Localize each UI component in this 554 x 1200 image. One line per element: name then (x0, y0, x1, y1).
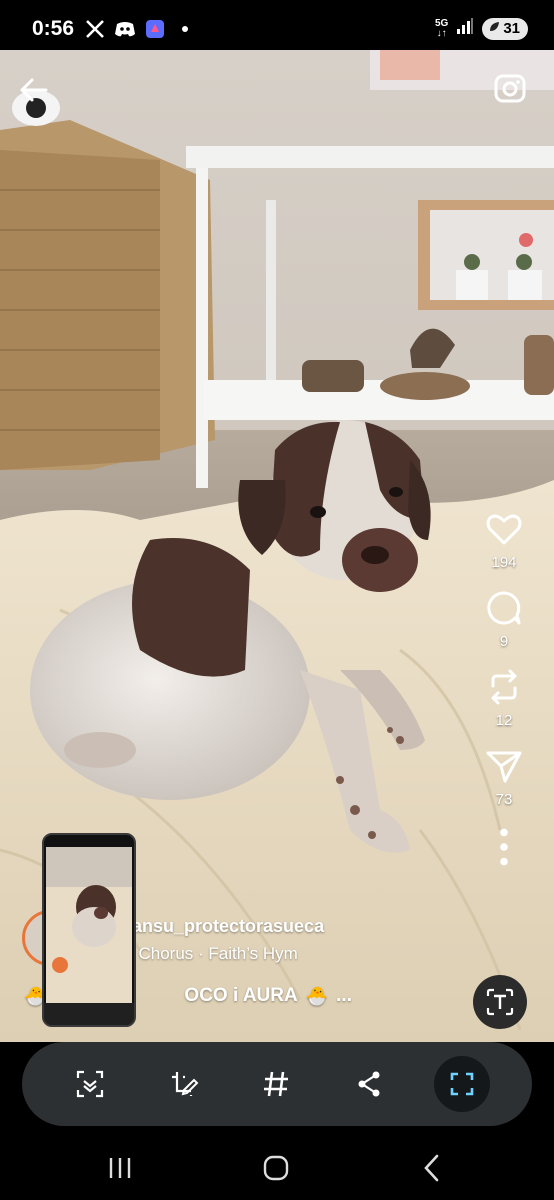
status-right: 5G ↓↑ 31 (435, 17, 528, 40)
share-count: 73 (495, 791, 513, 808)
extract-text-button[interactable] (473, 975, 527, 1029)
screenshot-thumbnail[interactable] (42, 833, 136, 1027)
recents-button[interactable] (100, 1150, 140, 1186)
heart-icon (486, 514, 522, 545)
reel-actions: 194 9 12 73 (476, 510, 532, 884)
app-icon (144, 18, 166, 40)
camera-icon (494, 74, 526, 103)
hashtag-icon (264, 1071, 288, 1097)
comment-count: 9 (499, 633, 509, 650)
battery-indicator: 31 (482, 17, 528, 40)
back-icon (424, 1154, 439, 1182)
network-indicator: 5G ↓↑ (434, 17, 449, 39)
recents-icon (109, 1158, 131, 1178)
status-time: 0:56 (32, 17, 75, 40)
share-icon (358, 1071, 380, 1097)
caption-more[interactable]: ... (336, 985, 352, 1007)
x-icon (84, 18, 106, 40)
thumbnail-puppy (46, 847, 132, 1007)
back-nav-button[interactable] (412, 1150, 452, 1186)
notification-icons (84, 18, 196, 40)
more-vertical-icon (500, 828, 508, 866)
battery-level: 31 (503, 20, 520, 37)
data-arrows-icon: ↓↑ (436, 27, 447, 39)
text-scan-icon (486, 988, 514, 1016)
thumbnail-image (46, 847, 132, 1007)
home-icon (263, 1155, 289, 1181)
back-button[interactable] (14, 70, 54, 110)
home-button[interactable] (256, 1150, 296, 1186)
hashtag-button[interactable] (248, 1056, 304, 1112)
arrow-left-icon (20, 78, 48, 102)
discord-icon (114, 18, 136, 40)
comment-action[interactable]: 9 (485, 589, 523, 650)
repost-action[interactable]: 12 (485, 668, 523, 729)
system-nav-bar (0, 1130, 554, 1200)
username[interactable]: ansu_protectorasueca (132, 916, 324, 937)
scan-button[interactable] (434, 1056, 490, 1112)
like-count: 194 (491, 554, 517, 571)
signal-icon (456, 17, 474, 40)
music-label[interactable]: l Chorus · Faith’s Hym (130, 944, 298, 964)
more-options-button[interactable] (485, 828, 523, 866)
leaf-icon (488, 20, 500, 37)
repost-count: 12 (495, 712, 513, 729)
camera-button[interactable] (492, 70, 528, 106)
edit-button[interactable] (156, 1056, 212, 1112)
repost-icon (491, 669, 517, 705)
share-action[interactable]: 73 (485, 747, 523, 808)
comment-icon (487, 591, 521, 625)
smart-select-button[interactable] (62, 1056, 118, 1112)
dot-icon (174, 18, 196, 40)
smart-select-icon (76, 1070, 104, 1098)
share-button[interactable] (341, 1056, 397, 1112)
send-icon (486, 751, 522, 783)
chick-emoji-right: 🐣 (305, 985, 329, 1006)
thumbnail-nav-bar (44, 1003, 134, 1025)
like-action[interactable]: 194 (485, 510, 523, 571)
scan-icon (450, 1072, 474, 1096)
screenshot-toolbar (22, 1042, 532, 1126)
status-bar: 0:56 5G ↓↑ 31 (0, 0, 554, 56)
caption-text: OCO i AURA (184, 985, 298, 1006)
edit-icon (172, 1072, 199, 1096)
network-label: 5G (434, 17, 449, 29)
